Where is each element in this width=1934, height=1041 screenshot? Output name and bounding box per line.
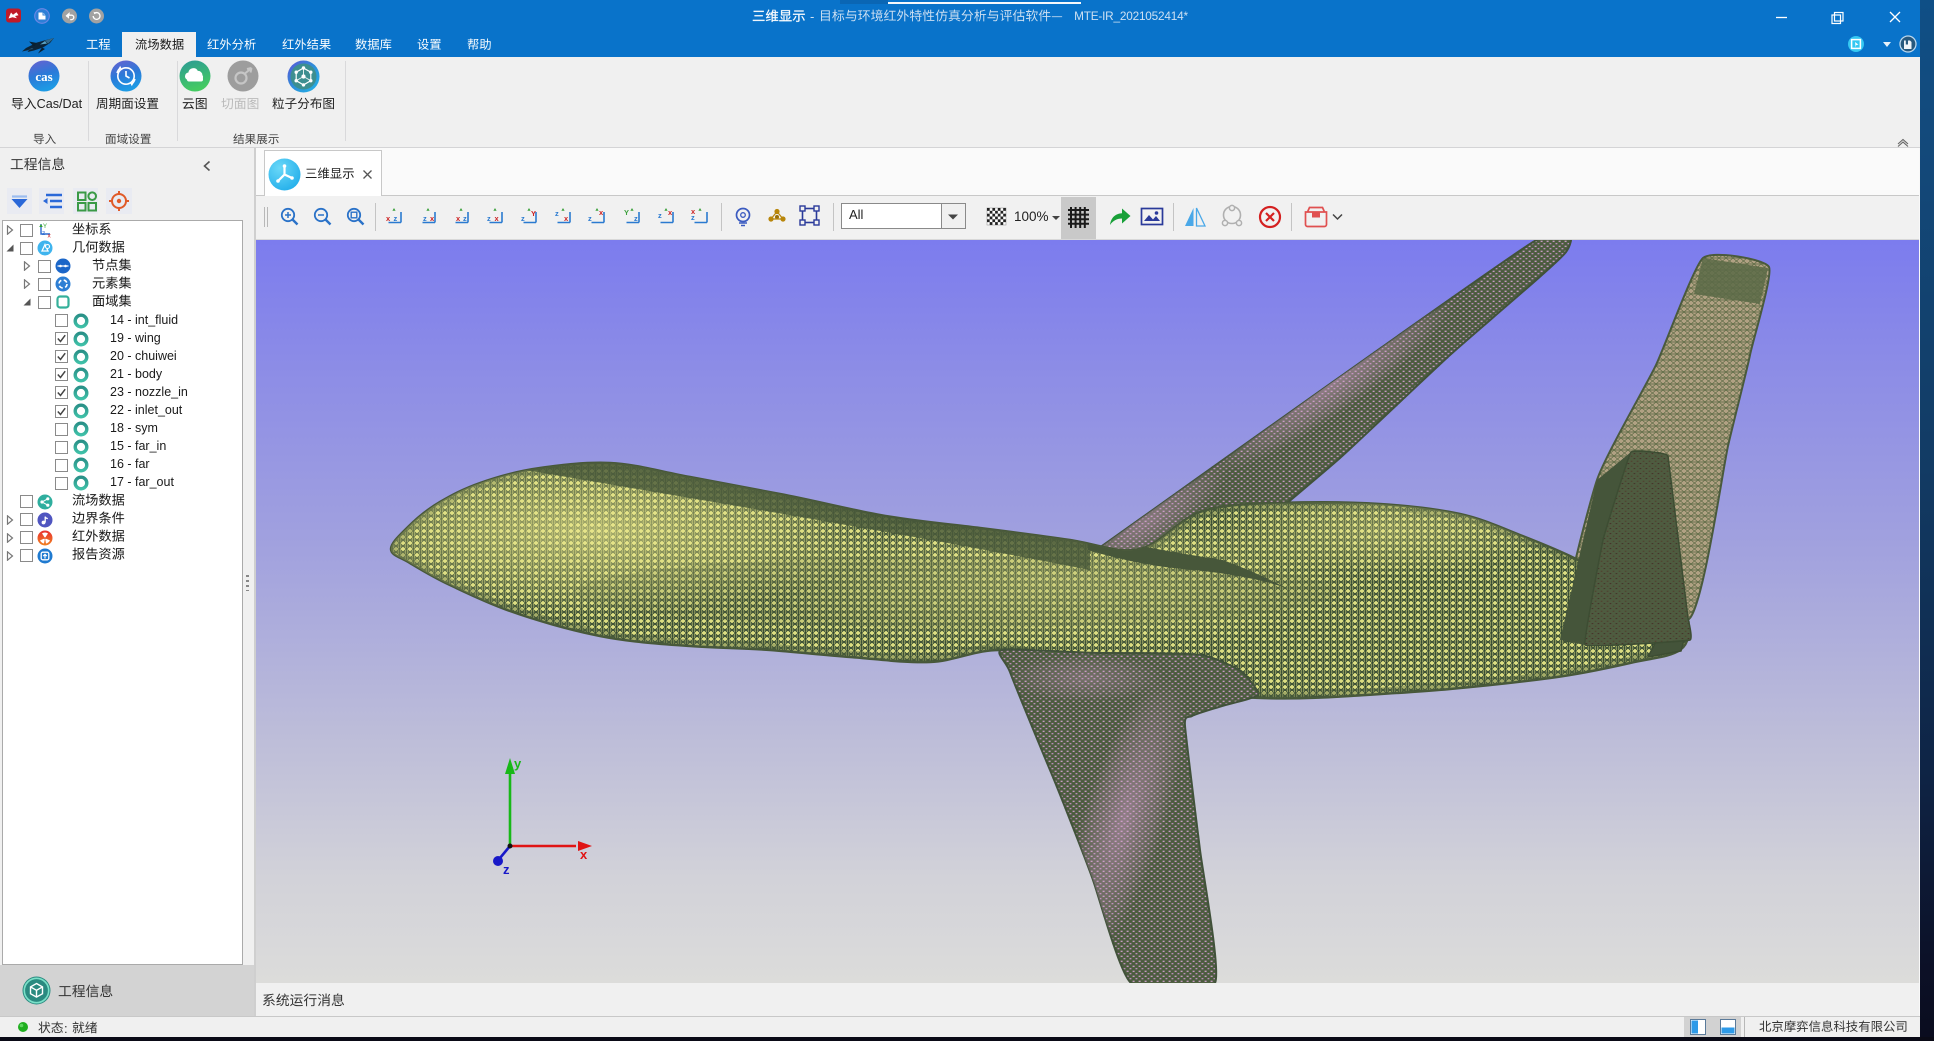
svg-text:Y: Y	[531, 209, 536, 218]
svg-text:z: z	[423, 214, 427, 223]
svg-text:z: z	[42, 230, 45, 237]
svg-text:x: x	[456, 214, 461, 223]
svg-text:z: z	[463, 214, 467, 223]
svg-text:z: z	[588, 214, 592, 223]
svg-text:cas: cas	[35, 69, 52, 84]
svg-text:z: z	[658, 211, 662, 220]
svg-text:z: z	[521, 214, 525, 223]
svg-text:z: z	[503, 862, 510, 877]
svg-text:z: z	[394, 214, 398, 223]
svg-text:x: x	[48, 233, 52, 239]
svg-text:x: x	[564, 214, 569, 223]
svg-text:x: x	[495, 214, 500, 223]
svg-text:x: x	[691, 207, 696, 216]
svg-text:z: z	[634, 214, 638, 223]
svg-text:Y: Y	[624, 208, 629, 217]
svg-text:z: z	[487, 214, 491, 223]
svg-text:x: x	[580, 847, 588, 862]
svg-text:x: x	[386, 214, 391, 223]
svg-text:y: y	[514, 756, 522, 771]
svg-text:z: z	[555, 209, 559, 218]
